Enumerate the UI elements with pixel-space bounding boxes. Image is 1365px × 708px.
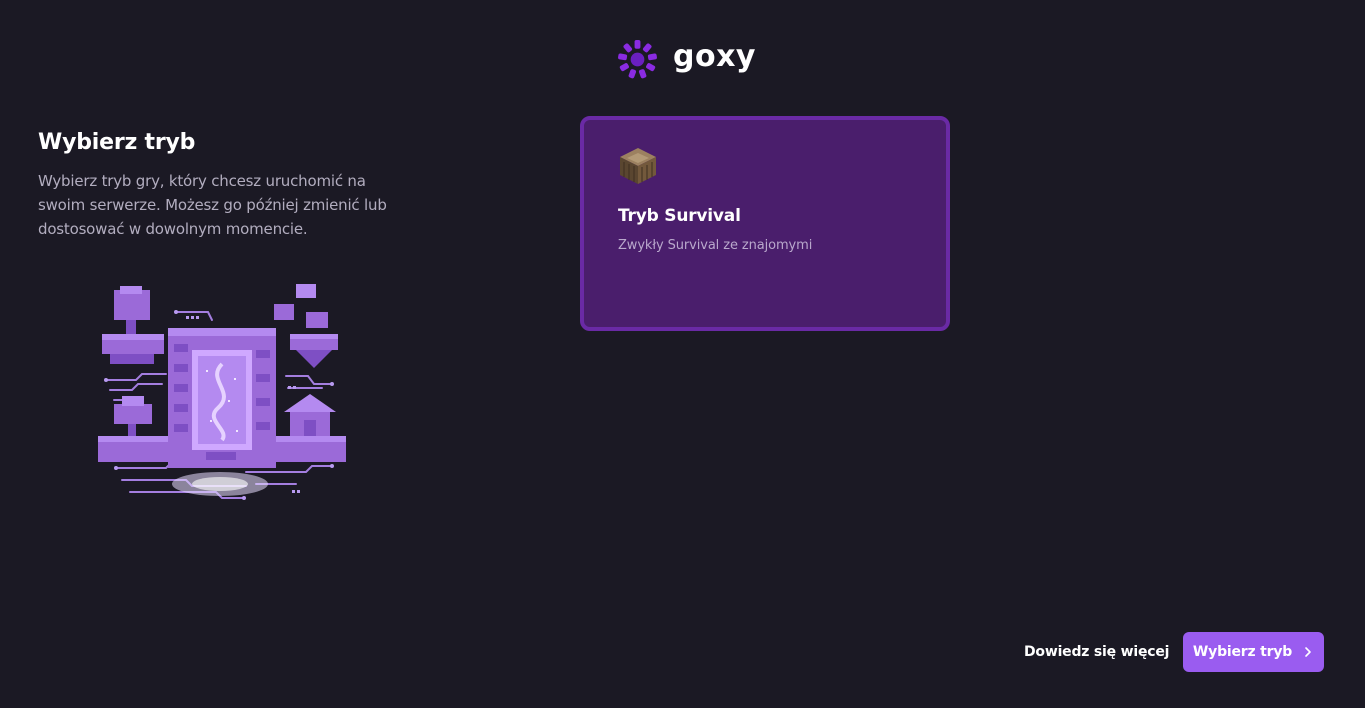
goxy-ring-icon [618,39,657,79]
chevron-right-icon [1305,647,1311,657]
mode-title: Tryb Survival [618,206,741,226]
learn-more-button[interactable]: Dowiedz się więcej [1010,632,1183,672]
wood-block-icon [620,148,656,184]
select-mode-button[interactable]: Wybierz tryb [1183,632,1324,672]
mode-card-survival[interactable]: Tryb Survival Zwykły Survival ze znajomy… [580,116,950,331]
portal-illustration [98,284,346,500]
mode-description: Zwykły Survival ze znajomymi [618,238,813,253]
mode-selection-page: goxy Wybierz tryb Wybierz tryb gry, któr… [0,0,1365,708]
intro-section: Wybierz tryb Wybierz tryb gry, który chc… [38,130,398,241]
brand-logo: goxy [616,38,756,81]
brand-name: goxy [673,38,756,74]
page-title: Wybierz tryb [38,130,196,155]
page-description: Wybierz tryb gry, który chcesz uruchomić… [38,172,387,238]
select-mode-label: Wybierz tryb [1192,644,1293,660]
